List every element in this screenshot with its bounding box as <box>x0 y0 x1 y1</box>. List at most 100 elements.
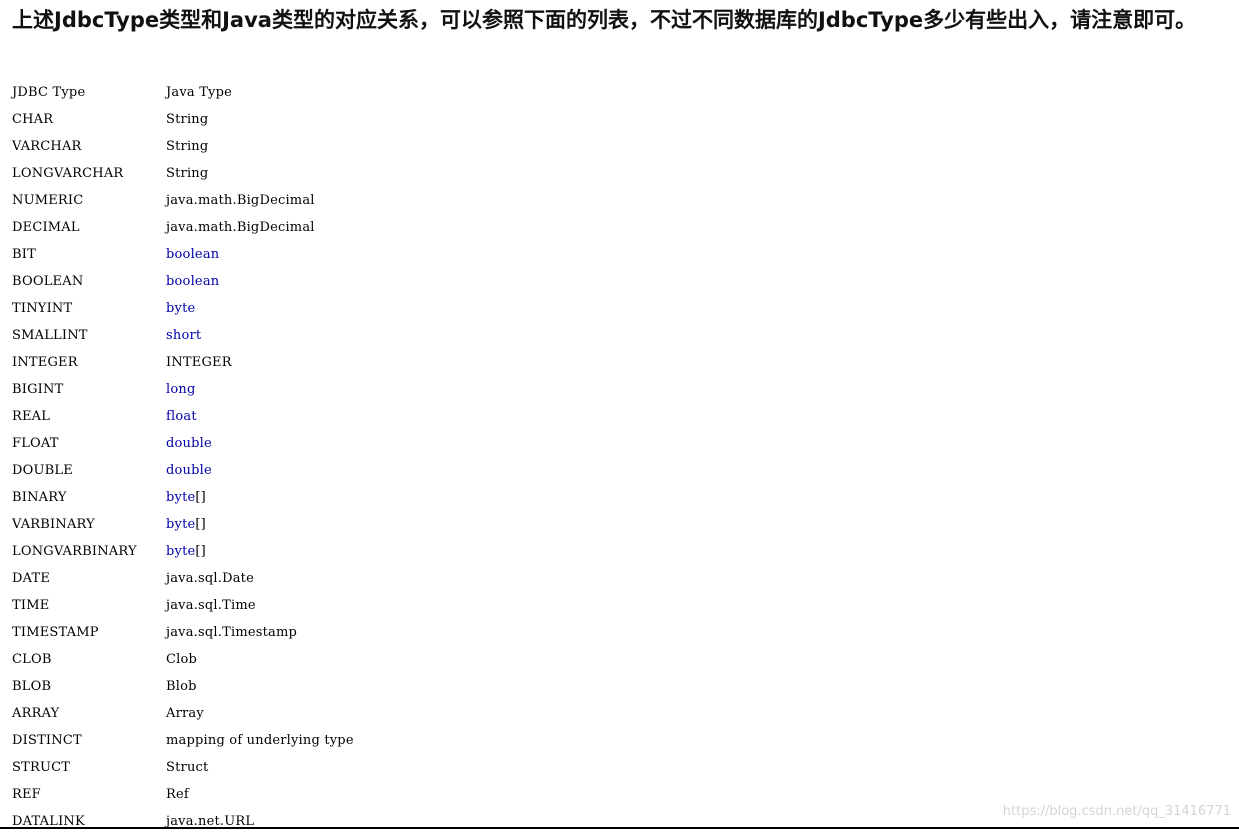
jdbc-type-cell: TIME <box>12 598 50 613</box>
java-type-name: byte <box>166 517 196 532</box>
java-type-name: java.math.BigDecimal <box>166 193 315 208</box>
java-type-name: String <box>166 139 209 154</box>
java-type-name: double <box>166 463 212 478</box>
java-type-name: float <box>166 409 197 424</box>
type-mapping-table: JDBC Type Java Type CHAR String VARCHAR Str… <box>12 79 354 835</box>
table-row: CLOB Clob <box>12 646 354 673</box>
table-row: FLOAT double <box>12 430 354 457</box>
java-type-cell: Blob <box>166 673 354 700</box>
java-type-name: INTEGER <box>166 355 232 370</box>
java-type-cell: String <box>166 133 354 160</box>
java-type-name: byte <box>166 544 196 559</box>
table-row: DOUBLE double <box>12 457 354 484</box>
java-type-cell: boolean <box>166 241 354 268</box>
table-row: NUMERIC java.math.BigDecimal <box>12 187 354 214</box>
table-row: LONGVARBINARY byte[] <box>12 538 354 565</box>
jdbc-type-cell: TIMESTAMP <box>12 625 99 640</box>
java-type-name: java.sql.Timestamp <box>166 625 298 640</box>
jdbc-type-cell: SMALLINT <box>12 328 88 343</box>
java-type-name: Array <box>166 706 204 721</box>
table-row: BINARY byte[] <box>12 484 354 511</box>
java-type-cell: java.math.BigDecimal <box>166 187 354 214</box>
table-row: BIT boolean <box>12 241 354 268</box>
java-type-cell: byte[] <box>166 538 354 565</box>
java-type-name: Blob <box>166 679 197 694</box>
jdbc-type-cell: DECIMAL <box>12 220 80 235</box>
java-type-name: boolean <box>166 247 220 262</box>
table-row: INTEGER INTEGER <box>12 349 354 376</box>
java-type-name: String <box>166 112 209 127</box>
jdbc-type-cell: VARCHAR <box>12 139 82 154</box>
java-array-suffix: [] <box>195 544 206 559</box>
jdbc-type-cell: BLOB <box>12 679 52 694</box>
java-type-cell: short <box>166 322 354 349</box>
jdbc-type-cell: BIGINT <box>12 382 64 397</box>
jdbc-type-cell: BINARY <box>12 490 67 505</box>
java-type-cell: double <box>166 430 354 457</box>
java-type-cell: byte[] <box>166 511 354 538</box>
java-type-cell: byte[] <box>166 484 354 511</box>
java-type-name: long <box>166 382 196 397</box>
java-type-name: Clob <box>166 652 198 667</box>
jdbc-type-cell: LONGVARCHAR <box>12 166 124 181</box>
table-row: DECIMAL java.math.BigDecimal <box>12 214 354 241</box>
jdbc-type-cell: REAL <box>12 409 51 424</box>
jdbc-type-cell: CHAR <box>12 112 54 127</box>
jdbc-type-header: JDBC Type <box>12 85 86 100</box>
java-type-cell: java.sql.Date <box>166 565 354 592</box>
table-row: VARCHAR String <box>12 133 354 160</box>
java-type-cell: long <box>166 376 354 403</box>
bottom-divider <box>0 827 1239 829</box>
java-array-suffix: [] <box>195 490 206 505</box>
java-type-cell: Ref <box>166 781 354 808</box>
java-type-name: String <box>166 166 209 181</box>
jdbc-type-cell: ARRAY <box>12 706 60 721</box>
java-type-name: byte <box>166 301 196 316</box>
table-row: STRUCT Struct <box>12 754 354 781</box>
java-type-cell: java.math.BigDecimal <box>166 214 354 241</box>
table-row: VARBINARY byte[] <box>12 511 354 538</box>
java-type-cell: byte <box>166 295 354 322</box>
java-type-cell: Clob <box>166 646 354 673</box>
table-row: TINYINT byte <box>12 295 354 322</box>
java-type-cell: Struct <box>166 754 354 781</box>
jdbc-type-cell: NUMERIC <box>12 193 84 208</box>
jdbc-type-cell: BIT <box>12 247 36 262</box>
jdbc-type-cell: INTEGER <box>12 355 78 370</box>
jdbc-type-cell: DOUBLE <box>12 463 73 478</box>
jdbc-type-cell: STRUCT <box>12 760 71 775</box>
java-type-name: byte <box>166 490 196 505</box>
java-type-cell: boolean <box>166 268 354 295</box>
java-type-cell: float <box>166 403 354 430</box>
java-type-name: Ref <box>166 787 189 802</box>
java-type-name: java.sql.Time <box>166 598 256 613</box>
java-type-cell: java.sql.Timestamp <box>166 619 354 646</box>
java-type-header: Java Type <box>166 85 233 100</box>
table-row: TIME java.sql.Time <box>12 592 354 619</box>
java-type-cell: String <box>166 106 354 133</box>
java-type-name: boolean <box>166 274 220 289</box>
table-row: BOOLEAN boolean <box>12 268 354 295</box>
jdbc-type-cell: LONGVARBINARY <box>12 544 137 559</box>
java-type-name: java.sql.Date <box>166 571 254 586</box>
jdbc-type-cell: VARBINARY <box>12 517 95 532</box>
java-type-name: short <box>166 328 202 343</box>
table-row: TIMESTAMP java.sql.Timestamp <box>12 619 354 646</box>
table-header-row: JDBC Type Java Type <box>12 79 354 106</box>
java-array-suffix: [] <box>195 517 206 532</box>
java-type-cell: mapping of underlying type <box>166 727 354 754</box>
table-row: DATE java.sql.Date <box>12 565 354 592</box>
table-row: SMALLINT short <box>12 322 354 349</box>
java-type-cell: Array <box>166 700 354 727</box>
java-type-cell: java.sql.Time <box>166 592 354 619</box>
jdbc-type-cell: DISTINCT <box>12 733 82 748</box>
jdbc-type-cell: CLOB <box>12 652 52 667</box>
jdbc-type-cell: TINYINT <box>12 301 73 316</box>
java-type-cell: String <box>166 160 354 187</box>
java-type-name: double <box>166 436 212 451</box>
java-type-name: java.math.BigDecimal <box>166 220 315 235</box>
table-row: BLOB Blob <box>12 673 354 700</box>
type-mapping-rows: JDBC Type Java Type CHAR String VARCHAR Str… <box>12 79 354 835</box>
page-heading: 上述JdbcType类型和Java类型的对应关系，可以参照下面的列表，不过不同数… <box>12 8 1197 32</box>
jdbc-type-cell: BOOLEAN <box>12 274 84 289</box>
